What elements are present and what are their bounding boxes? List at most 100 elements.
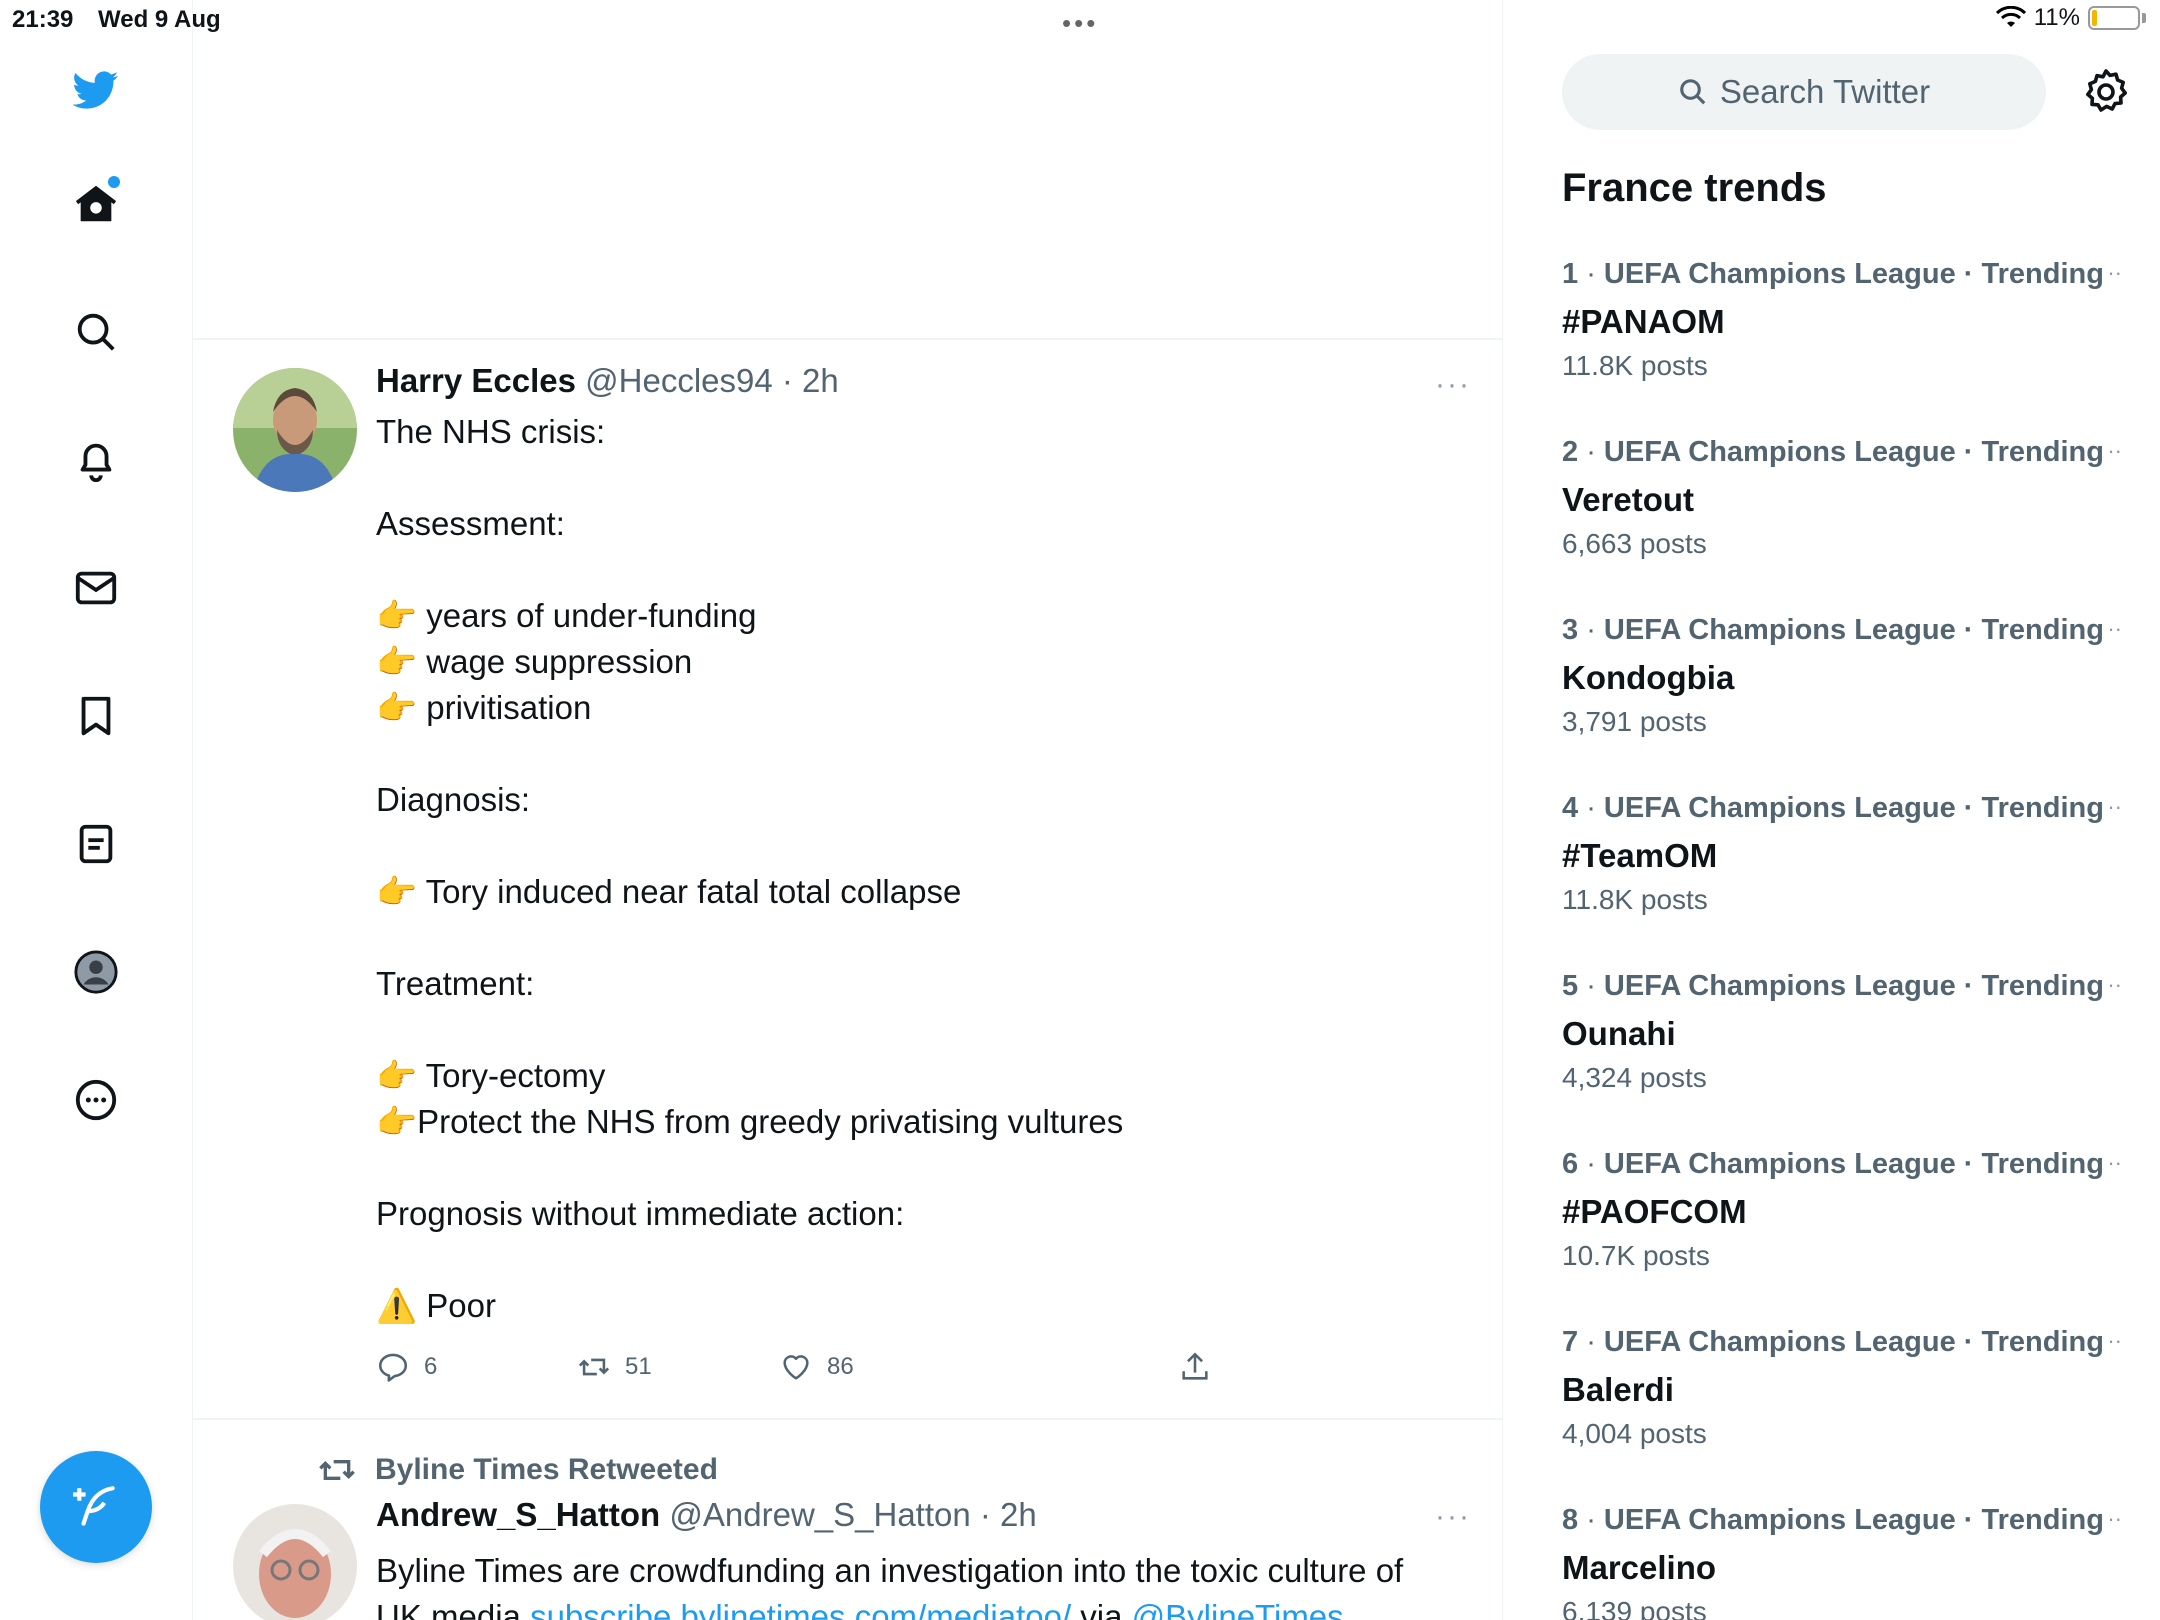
- trend-more-icon[interactable]: ··: [2107, 1150, 2122, 1176]
- trend-rank: 1: [1562, 258, 1579, 290]
- avatar[interactable]: [233, 1504, 357, 1620]
- retweet-button[interactable]: 51: [577, 1350, 652, 1384]
- trend-name: Balerdi: [1562, 1371, 1674, 1408]
- tweet-text-line: 👉 years of under-funding: [376, 597, 757, 634]
- tweet-more-icon[interactable]: ···: [1435, 1500, 1471, 1534]
- tweet-text-line: ⚠️ Poor: [376, 1287, 496, 1324]
- search-input[interactable]: Search Twitter: [1562, 54, 2046, 130]
- tweet-text-line: Diagnosis:: [376, 781, 531, 818]
- nav-messages[interactable]: [66, 558, 126, 618]
- trend-item[interactable]: 4 · UEFA Champions League · Trending ·· #T…: [1562, 792, 2122, 920]
- tweet-text-line: 👉 Tory-ectomy: [376, 1057, 606, 1094]
- trend-more-icon[interactable]: ··: [2107, 1506, 2122, 1532]
- trend-post-count: 11.8K posts: [1562, 884, 1708, 915]
- tweet-divider: [193, 338, 1503, 340]
- tweet-text-line: 👉 wage suppression: [376, 643, 693, 680]
- trend-item[interactable]: 2 · UEFA Champions League · Trending ·· Ve…: [1562, 436, 2122, 564]
- author-handle-time[interactable]: @Heccles94 · 2h: [585, 362, 839, 399]
- avatar-photo: [233, 1504, 357, 1620]
- search-placeholder: Search Twitter: [1719, 73, 1931, 110]
- compose-tweet-button[interactable]: [40, 1451, 152, 1563]
- profile-icon: [74, 950, 118, 994]
- trend-post-count: 10.7K posts: [1562, 1240, 1710, 1271]
- trend-context: 5 · UEFA Champions League · Trending: [1562, 970, 2122, 1010]
- avatar[interactable]: [233, 368, 357, 492]
- like-button[interactable]: 86: [779, 1350, 854, 1384]
- trend-separator: ·: [1578, 258, 1604, 290]
- trend-rank: 6: [1562, 1148, 1579, 1180]
- trend-name: #TeamOM: [1562, 837, 1718, 874]
- trend-more-icon[interactable]: ··: [2107, 616, 2122, 642]
- reply-icon: [378, 1353, 408, 1382]
- trend-item[interactable]: 8 · UEFA Champions League · Trending ·· Ma…: [1562, 1504, 2122, 1620]
- right-sidebar: Search Twitter France trends 1 · UEFA Ch…: [1504, 0, 2160, 1620]
- trend-name: Veretout: [1562, 481, 1695, 518]
- trend-item[interactable]: 5 · UEFA Champions League · Trending ·· Ou…: [1562, 970, 2122, 1098]
- trend-post-count: 11.8K posts: [1562, 350, 1708, 381]
- compose-icon: [73, 1486, 115, 1526]
- trend-category: UEFA Champions League · Trending: [1603, 258, 2104, 290]
- tweet-header: Andrew_S_Hatton @Andrew_S_Hatton · 2h: [376, 1496, 1037, 1534]
- trend-post-count: 6,663 posts: [1562, 528, 1707, 559]
- trend-more-icon[interactable]: ··: [2107, 794, 2122, 820]
- trend-category: UEFA Champions League · Trending: [1603, 1504, 2104, 1536]
- trend-item[interactable]: 3 · UEFA Champions League · Trending ·· Ko…: [1562, 614, 2122, 742]
- trend-context: 8 · UEFA Champions League · Trending: [1562, 1504, 2122, 1544]
- author-name[interactable]: Andrew_S_Hatton: [376, 1496, 660, 1533]
- share-button[interactable]: [1178, 1350, 1212, 1384]
- trend-more-icon[interactable]: ··: [2107, 1328, 2122, 1354]
- trend-context: 3 · UEFA Champions League · Trending: [1562, 614, 2122, 654]
- author-handle-time[interactable]: @Andrew_S_Hatton · 2h: [669, 1496, 1036, 1533]
- trend-post-count: 4,324 posts: [1562, 1062, 1707, 1093]
- tweet-text-line: UK media subscribe.bylinetimes.com/media…: [376, 1594, 1476, 1620]
- trend-category: UEFA Champions League · Trending: [1603, 970, 2104, 1002]
- tweet-text-gap: [376, 731, 1123, 777]
- trend-context: 7 · UEFA Champions League · Trending: [1562, 1326, 2122, 1366]
- trend-more-icon[interactable]: ··: [2107, 438, 2122, 464]
- tweet-text-line: 👉Protect the NHS from greedy privatising…: [376, 1103, 1124, 1140]
- notification-dot: [108, 176, 120, 188]
- nav-bookmarks[interactable]: [66, 686, 126, 746]
- tweet-text-gap: [376, 547, 1123, 593]
- nav-lists[interactable]: [66, 814, 126, 874]
- bell-icon: [80, 443, 112, 482]
- trend-item[interactable]: 6 · UEFA Champions League · Trending ·· #P…: [1562, 1148, 2122, 1276]
- trend-item[interactable]: 7 · UEFA Champions League · Trending ·· Ba…: [1562, 1326, 2122, 1454]
- tweet-text-via: via: [1071, 1598, 1132, 1620]
- tweet-more-icon[interactable]: ···: [1435, 368, 1471, 402]
- trend-rank: 8: [1562, 1504, 1579, 1536]
- list-icon: [79, 824, 113, 864]
- more-icon: [75, 1079, 117, 1121]
- like-count: 86: [827, 1353, 854, 1380]
- twitter-bird-icon: [73, 71, 119, 109]
- heart-icon: [783, 1355, 809, 1380]
- settings-gear-icon[interactable]: [2082, 68, 2130, 116]
- trend-separator: ·: [1578, 1326, 1604, 1358]
- nav-explore[interactable]: [66, 302, 126, 362]
- trend-separator: ·: [1578, 1148, 1604, 1180]
- nav-more[interactable]: [66, 1070, 126, 1130]
- nav-home[interactable]: [66, 174, 126, 234]
- trend-category: UEFA Champions League · Trending: [1603, 792, 2104, 824]
- trend-context: 1 · UEFA Champions League · Trending: [1562, 258, 2122, 298]
- nav-notifications[interactable]: [66, 430, 126, 490]
- reply-button[interactable]: 6: [376, 1350, 437, 1384]
- trend-category: UEFA Champions League · Trending: [1603, 614, 2104, 646]
- trend-more-icon[interactable]: ··: [2107, 260, 2122, 286]
- trend-rank: 7: [1562, 1326, 1579, 1358]
- twitter-logo-icon[interactable]: [66, 60, 126, 120]
- trend-separator: ·: [1578, 436, 1604, 468]
- trend-name: Ounahi: [1562, 1015, 1676, 1052]
- tweet-text-line: Byline Times are crowdfunding an investi…: [376, 1552, 1404, 1589]
- trend-more-icon[interactable]: ··: [2107, 972, 2122, 998]
- reply-count: 6: [424, 1353, 438, 1380]
- trend-separator: ·: [1578, 1504, 1604, 1536]
- mention-link[interactable]: @BylineTimes: [1132, 1598, 1344, 1620]
- bookmark-icon: [81, 696, 111, 736]
- author-name[interactable]: Harry Eccles: [376, 362, 576, 399]
- nav-profile[interactable]: [66, 942, 126, 1002]
- trend-item[interactable]: 1 · UEFA Champions League · Trending ·· #P…: [1562, 258, 2122, 386]
- tweet-link[interactable]: subscribe.bylinetimes.com/mediatoo/: [530, 1598, 1071, 1620]
- timeline[interactable]: Harry Eccles @Heccles94 · 2h ··· The NHS…: [193, 0, 1503, 1620]
- retweeted-by[interactable]: Byline Times Retweeted: [317, 1450, 718, 1490]
